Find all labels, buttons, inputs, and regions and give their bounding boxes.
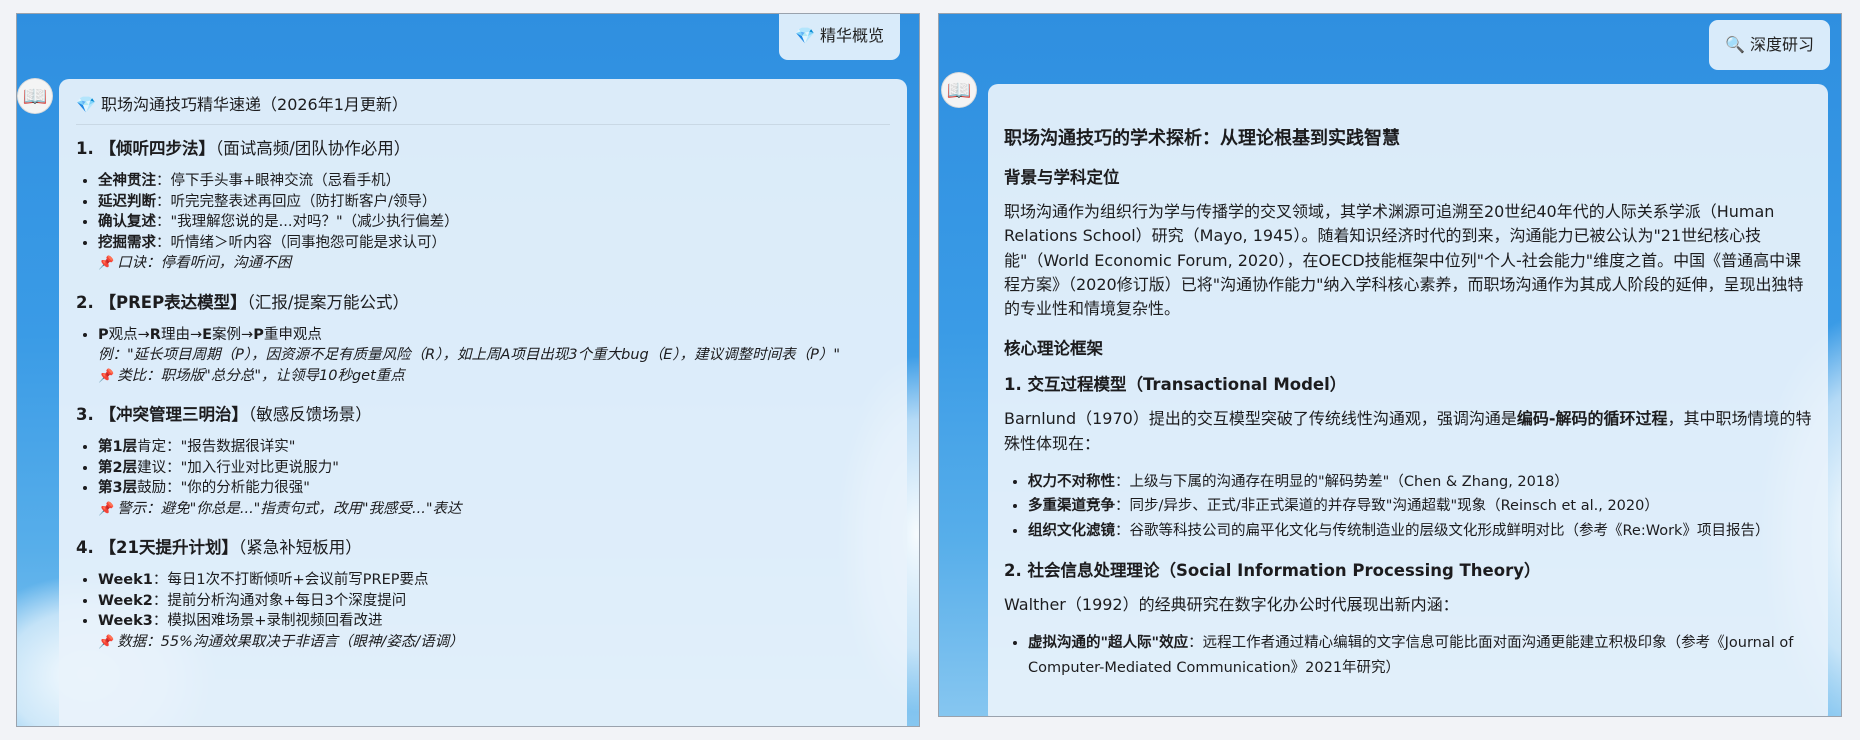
list-item: Week1：每日1次不打断倾听+会议前写PREP要点 [98,570,890,591]
list-item: 全神贯注：停下手头事+眼神交流（忌看手机） [98,171,890,192]
paragraph-model-1: Barnlund（1970）提出的交互模型突破了传统线性沟通观，强调沟通是编码-… [1004,409,1812,453]
list-item: 组织文化滤镜：谷歌等科技公司的扁平化文化与传统制造业的层级文化形成鲜明对比（参考… [1028,519,1812,543]
list-item: 确认复述："我理解您说的是...对吗？"（减少执行偏差） [98,212,890,233]
pin-icon: 📌 [98,368,115,384]
list-item: 虚拟沟通的"超人际"效应：远程工作者通过精心编辑的文字信息可能比面对面沟通更能建… [1028,631,1812,680]
tip-note: 📌 口诀：停看听问，沟通不困 [98,255,292,271]
section-list: 第1层肯定："报告数据很详实" 第2层建议："加入行业对比更说服力" 第3层鼓励… [76,437,890,520]
essence-overview-button[interactable]: 💎 精华概览 [779,14,901,60]
deep-study-message-card: 职场沟通技巧的学术探析：从理论根基到实践智慧 背景与学科定位 职场沟通作为组织行… [988,84,1828,716]
model-1-list: 权力不对称性：上级与下属的沟通存在明显的"解码势差"（Chen & Zhang,… [1004,470,1812,543]
pin-icon: 📌 [98,634,115,650]
heading-background: 背景与学科定位 [1004,168,1120,187]
article-title: 职场沟通技巧的学术探析：从理论根基到实践智慧 [1004,128,1400,149]
example-text: 例："延长项目周期（P），因资源不足有质量风险（R），如上周A项目出现3个重大b… [98,347,841,363]
list-item: 多重渠道竞争：同步/异步、正式/非正式渠道的并存导致"沟通超载"现象（Reins… [1028,494,1812,518]
tip-note: 📌 数据：55%沟通效果取决于非语言（眼神/姿态/语调） [98,633,464,650]
heading-model-2: 2. 社会信息处理理论（Social Information Processin… [1004,560,1541,580]
tip-note: 📌 警示：避免"你总是..."指责句式，改用"我感受..."表达 [98,500,462,517]
section-list: 全神贯注：停下手头事+眼神交流（忌看手机） 延迟判断：听完完整表述再回应（防打断… [76,171,890,275]
right-chat-panel: 🔍 深度研习 📖 职场沟通技巧的学术探析：从理论根基到实践智慧 背景与学科定位 … [938,13,1842,717]
section-list: Week1：每日1次不打断倾听+会议前写PREP要点 Week2：提前分析沟通对… [76,570,890,653]
list-item: P观点→R理由→E案例→P重申观点 例："延长项目周期（P），因资源不足有质量风… [98,325,890,388]
section-list: P观点→R理由→E案例→P重申观点 例："延长项目周期（P），因资源不足有质量风… [76,325,890,388]
deep-study-button[interactable]: 🔍 深度研习 [1709,20,1831,70]
card-title: 💎 职场沟通技巧精华速递（2026年1月更新） [76,91,890,125]
list-item: 第1层肯定："报告数据很详实" [98,437,890,458]
section-heading: 2. 【PREP表达模型】（汇报/提案万能公式） [76,292,409,312]
list-item: Week2：提前分析沟通对象+每日3个深度提问 [98,591,890,612]
paragraph-background: 职场沟通作为组织行为学与传播学的交叉领域，其学术渊源可追溯至20世纪40年代的人… [1004,202,1804,319]
tip-note: 📌 类比：职场版"总分总"，让领导10秒get重点 [98,367,405,384]
section-heading: 1. 【倾听四步法】（面试高频/团队协作必用） [76,139,411,158]
heading-model-1: 1. 交互过程模型（Transactional Model） [1004,375,1347,395]
book-avatar-icon: 📖 [941,72,977,108]
essence-message-card: 💎 职场沟通技巧精华速递（2026年1月更新） 1. 【倾听四步法】（面试高频/… [59,79,907,726]
list-item: Week3：模拟困难场景+录制视频回看改进 📌数据：55%沟通效果取决于非语言（… [98,611,890,653]
list-item: 第3层鼓励："你的分析能力很强" 📌警示：避免"你总是..."指责句式，改用"我… [98,478,890,520]
section-heading: 4. 【21天提升计划】（紧急补短板用） [76,538,362,557]
pin-icon: 📌 [98,256,115,271]
list-item: 第2层建议："加入行业对比更说服力" [98,458,890,479]
book-avatar-icon: 📖 [17,78,53,114]
model-2-list: 虚拟沟通的"超人际"效应：远程工作者通过精心编辑的文字信息可能比面对面沟通更能建… [1004,631,1812,680]
paragraph-model-2: Walther（1992）的经典研究在数字化办公时代展现出新内涵： [1004,594,1459,614]
list-item: 权力不对称性：上级与下属的沟通存在明显的"解码势差"（Chen & Zhang,… [1028,470,1812,494]
heading-framework: 核心理论框架 [1004,339,1103,359]
list-item: 延迟判断：听完完整表述再回应（防打断客户/领导） [98,192,890,213]
section-heading: 3. 【冲突管理三明治】（敏感反馈场景） [76,405,372,424]
left-chat-panel: 💎 精华概览 📖 💎 职场沟通技巧精华速递（2026年1月更新） 1. 【倾听四… [16,13,920,727]
pin-icon: 📌 [98,501,115,517]
list-item: 挖掘需求：听情绪＞听内容（同事抱怨可能是求认可） 📌口诀：停看听问，沟通不困 [98,233,890,275]
